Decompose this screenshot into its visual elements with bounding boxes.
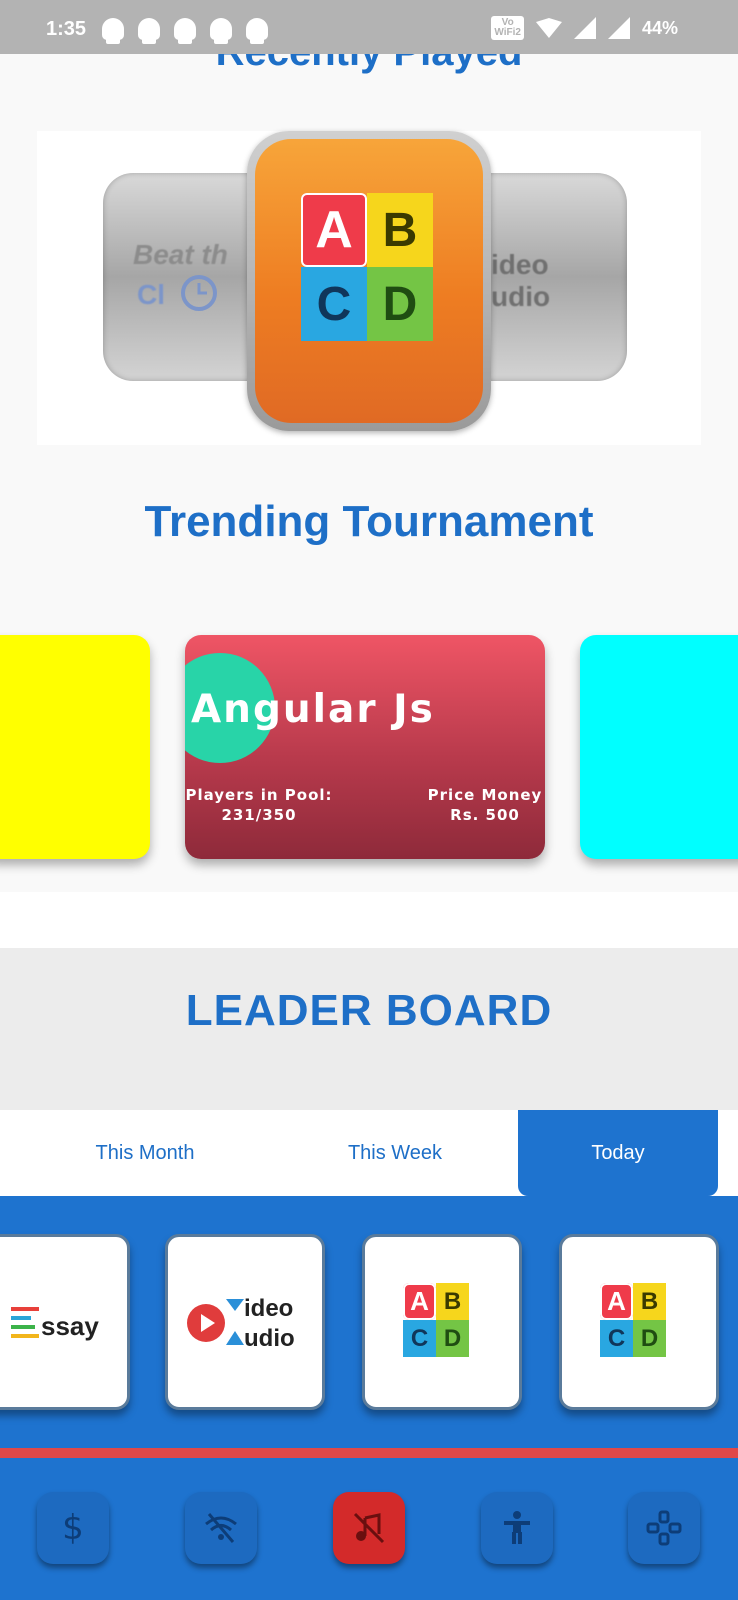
- essay-label: ssay: [41, 1311, 99, 1341]
- nav-wallet-button[interactable]: $: [37, 1492, 109, 1564]
- tab-today[interactable]: Today: [518, 1110, 718, 1196]
- download-arrow-icon: [226, 1299, 244, 1311]
- tournament-card-right[interactable]: [580, 635, 738, 859]
- prize-money: Price Money Rs. 500: [427, 786, 543, 824]
- notification-icons: [102, 18, 268, 44]
- nav-divider: [0, 1448, 738, 1458]
- game-card-abcd-small[interactable]: A B C D: [559, 1234, 719, 1410]
- wifi-off-icon: [205, 1513, 237, 1543]
- snapchat-icon: [138, 18, 160, 44]
- recently-played-carousel[interactable]: Beat th Cl ideo udio A B C D: [37, 131, 701, 445]
- nav-wifi-off-button[interactable]: [185, 1492, 257, 1564]
- signal-icon: [573, 17, 596, 39]
- games-row[interactable]: ssay ideo udio A B C D A B C D: [0, 1196, 738, 1448]
- game-card-text: Beat th: [133, 239, 228, 270]
- abcd-logo-icon: A B C D: [600, 1283, 666, 1357]
- players-in-pool: Players in Pool: 231/350: [185, 786, 333, 824]
- tournament-card-left[interactable]: [0, 635, 150, 859]
- game-card-video-audio-small[interactable]: ideo udio: [165, 1234, 325, 1410]
- tab-this-month[interactable]: This Month: [45, 1110, 245, 1196]
- nav-accessibility-button[interactable]: [481, 1492, 553, 1564]
- snapchat-icon: [246, 18, 268, 44]
- snapchat-icon: [102, 18, 124, 44]
- audio-label: udio: [244, 1325, 295, 1352]
- game-card-text: udio: [491, 281, 551, 312]
- game-card-essay[interactable]: ssay: [0, 1234, 130, 1410]
- leaderboard-tabs: This Month This Week Today: [0, 1110, 738, 1196]
- gamepad-icon: [646, 1510, 682, 1546]
- snapchat-icon: [210, 18, 232, 44]
- abcd-logo-icon: A B C D: [301, 193, 433, 341]
- music-off-icon: [353, 1512, 385, 1544]
- leaderboard-title: LEADER BOARD: [185, 986, 553, 1035]
- dollar-icon: $: [62, 1508, 84, 1548]
- clock-icon: [181, 275, 217, 311]
- tournament-carousel[interactable]: Angular Js Players in Pool: 231/350 Pric…: [0, 580, 738, 892]
- video-label: ideo: [244, 1295, 294, 1322]
- nav-games-button[interactable]: [628, 1492, 700, 1564]
- signal-icon: [607, 17, 630, 39]
- tournament-card-angular[interactable]: Angular Js Players in Pool: 231/350 Pric…: [185, 635, 545, 859]
- play-icon: [187, 1304, 225, 1342]
- game-card-abcd-small[interactable]: A B C D: [362, 1234, 522, 1410]
- nav-music-off-button[interactable]: [333, 1492, 405, 1564]
- accessibility-icon: [504, 1511, 530, 1544]
- battery-level: 44%: [641, 17, 678, 38]
- bottom-navigation: $: [0, 1458, 738, 1600]
- status-bar: 1:35 Vo WiFi2 44%: [0, 0, 738, 54]
- game-card-text: ideo: [491, 249, 549, 280]
- tournament-name: Angular Js: [191, 687, 435, 732]
- wifi-icon: [535, 18, 562, 38]
- section-divider: [0, 892, 738, 948]
- upload-arrow-icon: [226, 1331, 244, 1345]
- tab-this-week[interactable]: This Week: [295, 1110, 495, 1196]
- essay-logo-icon: ssay: [11, 1307, 127, 1347]
- game-card-abcd[interactable]: A B C D: [247, 131, 491, 431]
- volte-wifi-icon: Vo WiFi2: [491, 16, 524, 40]
- snapchat-icon: [174, 18, 196, 44]
- leaderboard-header: LEADER BOARD: [0, 948, 738, 1110]
- abcd-logo-icon: A B C D: [403, 1283, 469, 1357]
- status-time: 1:35: [46, 18, 87, 40]
- game-card-text: Cl: [137, 279, 165, 310]
- trending-tournament-title: Trending Tournament: [144, 497, 594, 546]
